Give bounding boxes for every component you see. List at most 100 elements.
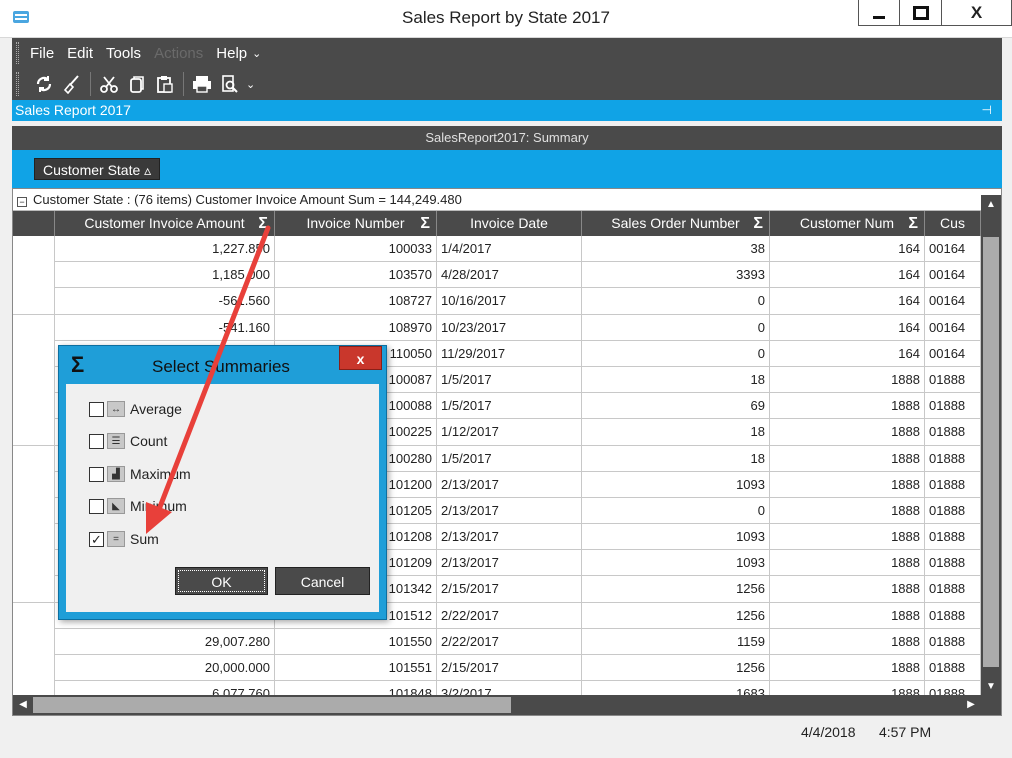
table-cell[interactable]: 1888	[770, 628, 925, 655]
table-cell[interactable]: 0	[582, 497, 770, 524]
cancel-button[interactable]: Cancel	[275, 567, 370, 595]
sigma-icon[interactable]: Σ	[908, 211, 918, 236]
scroll-left-icon[interactable]: ◀	[13, 695, 33, 715]
table-cell[interactable]: 1888	[770, 497, 925, 524]
sigma-icon[interactable]: Σ	[753, 211, 763, 236]
table-cell[interactable]: 00164	[925, 340, 981, 367]
table-cell[interactable]: 2/22/2017	[437, 602, 582, 629]
table-cell[interactable]: 20,000.000	[55, 655, 275, 681]
column-header[interactable]: Sales Order Number Σ	[582, 211, 770, 236]
row-selector[interactable]	[13, 576, 55, 603]
copy-icon[interactable]	[123, 71, 151, 97]
dialog-close-button[interactable]: x	[339, 346, 382, 370]
table-cell[interactable]: 01888	[925, 576, 981, 603]
row-selector[interactable]	[13, 445, 55, 472]
table-cell[interactable]: 00164	[925, 262, 981, 289]
table-cell[interactable]: 00164	[925, 314, 981, 341]
table-cell[interactable]: 164	[770, 236, 925, 262]
table-cell[interactable]: 11/29/2017	[437, 340, 582, 367]
menu-file[interactable]: File	[30, 45, 54, 62]
group-row[interactable]: − Customer State : (76 items) Customer In…	[13, 189, 1001, 211]
table-cell[interactable]: 1888	[770, 419, 925, 446]
toolbar-overflow-icon[interactable]: ⌄	[246, 78, 255, 91]
table-cell[interactable]: 00164	[925, 236, 981, 262]
group-chip-customer-state[interactable]: Customer State ▵	[34, 158, 161, 180]
table-cell[interactable]: 164	[770, 340, 925, 367]
checkbox[interactable]	[89, 498, 104, 514]
table-cell[interactable]: 01888	[925, 366, 981, 393]
table-cell[interactable]: 2/13/2017	[437, 497, 582, 524]
summary-option-sum[interactable]: ✓ = Sum	[89, 529, 159, 549]
paste-icon[interactable]	[151, 71, 179, 97]
column-header[interactable]: Invoice Number Σ	[275, 211, 437, 236]
table-cell[interactable]: 2/15/2017	[437, 576, 582, 603]
table-cell[interactable]: 4/28/2017	[437, 262, 582, 289]
vertical-scroll-thumb[interactable]	[983, 237, 999, 667]
table-cell[interactable]: 1/5/2017	[437, 393, 582, 420]
row-selector[interactable]	[13, 655, 55, 681]
table-cell[interactable]: 1888	[770, 550, 925, 577]
clear-icon[interactable]	[58, 71, 86, 97]
table-cell[interactable]: 1888	[770, 445, 925, 472]
table-cell[interactable]: 108727	[275, 288, 437, 315]
row-selector[interactable]	[13, 288, 55, 315]
table-cell[interactable]: 101551	[275, 655, 437, 681]
table-row[interactable]: 29,007.280 101550 2/22/2017 1159 1888 01888	[13, 628, 981, 655]
table-cell[interactable]: 2/13/2017	[437, 471, 582, 498]
table-cell[interactable]: 1,227.850	[55, 236, 275, 262]
refresh-icon[interactable]	[30, 71, 58, 97]
column-header[interactable]: Customer Invoice Amount Σ	[55, 211, 275, 236]
column-header[interactable]	[13, 211, 55, 236]
table-cell[interactable]: 01888	[925, 393, 981, 420]
summary-option-maximum[interactable]: ▟ Maximum	[89, 464, 191, 484]
minimize-button[interactable]	[858, 0, 900, 26]
table-cell[interactable]: 101550	[275, 628, 437, 655]
table-cell[interactable]: 1888	[770, 524, 925, 551]
table-cell[interactable]: 1256	[582, 602, 770, 629]
table-cell[interactable]: 1,185.000	[55, 262, 275, 289]
table-cell[interactable]: 3393	[582, 262, 770, 289]
row-selector[interactable]	[13, 314, 55, 341]
table-cell[interactable]: 103570	[275, 262, 437, 289]
pin-icon[interactable]: ⊣	[982, 100, 992, 121]
maximize-button[interactable]	[900, 0, 942, 26]
table-cell[interactable]: 1/5/2017	[437, 445, 582, 472]
table-cell[interactable]: 01888	[925, 471, 981, 498]
column-header[interactable]: Customer Num Σ	[770, 211, 925, 236]
column-header[interactable]: Invoice Date	[437, 211, 582, 236]
row-selector[interactable]	[13, 393, 55, 420]
scroll-up-icon[interactable]: ▲	[981, 195, 1001, 215]
row-selector[interactable]	[13, 340, 55, 367]
table-cell[interactable]: -561.560	[55, 288, 275, 315]
table-cell[interactable]: 164	[770, 314, 925, 341]
table-cell[interactable]: 1159	[582, 628, 770, 655]
table-cell[interactable]: 100033	[275, 236, 437, 262]
table-cell[interactable]: 1/4/2017	[437, 236, 582, 262]
table-cell[interactable]: 1888	[770, 393, 925, 420]
collapse-icon[interactable]: −	[17, 197, 27, 207]
table-cell[interactable]: 01888	[925, 655, 981, 681]
table-cell[interactable]: 01888	[925, 628, 981, 655]
table-cell[interactable]: 18	[582, 445, 770, 472]
row-selector[interactable]	[13, 524, 55, 551]
summary-option-count[interactable]: ☰ Count	[89, 431, 167, 451]
table-cell[interactable]: 1093	[582, 550, 770, 577]
row-selector[interactable]	[13, 628, 55, 655]
table-row[interactable]: 1,227.850 100033 1/4/2017 38 164 00164	[13, 236, 981, 263]
row-selector[interactable]	[13, 262, 55, 289]
row-selector[interactable]	[13, 419, 55, 446]
table-cell[interactable]: 00164	[925, 288, 981, 315]
table-cell[interactable]: 0	[582, 314, 770, 341]
table-cell[interactable]: 1/5/2017	[437, 366, 582, 393]
table-cell[interactable]: 1256	[582, 655, 770, 681]
print-preview-icon[interactable]	[216, 71, 244, 97]
cut-icon[interactable]	[95, 71, 123, 97]
menu-overflow-icon[interactable]: ⌄	[252, 47, 261, 60]
table-cell[interactable]: 2/13/2017	[437, 524, 582, 551]
table-cell[interactable]: 164	[770, 262, 925, 289]
table-cell[interactable]: 10/23/2017	[437, 314, 582, 341]
sigma-icon[interactable]: Σ	[420, 211, 430, 236]
table-cell[interactable]: 29,007.280	[55, 628, 275, 655]
table-row[interactable]: -561.560 108727 10/16/2017 0 164 00164	[13, 288, 981, 315]
checkbox[interactable]	[89, 433, 104, 449]
